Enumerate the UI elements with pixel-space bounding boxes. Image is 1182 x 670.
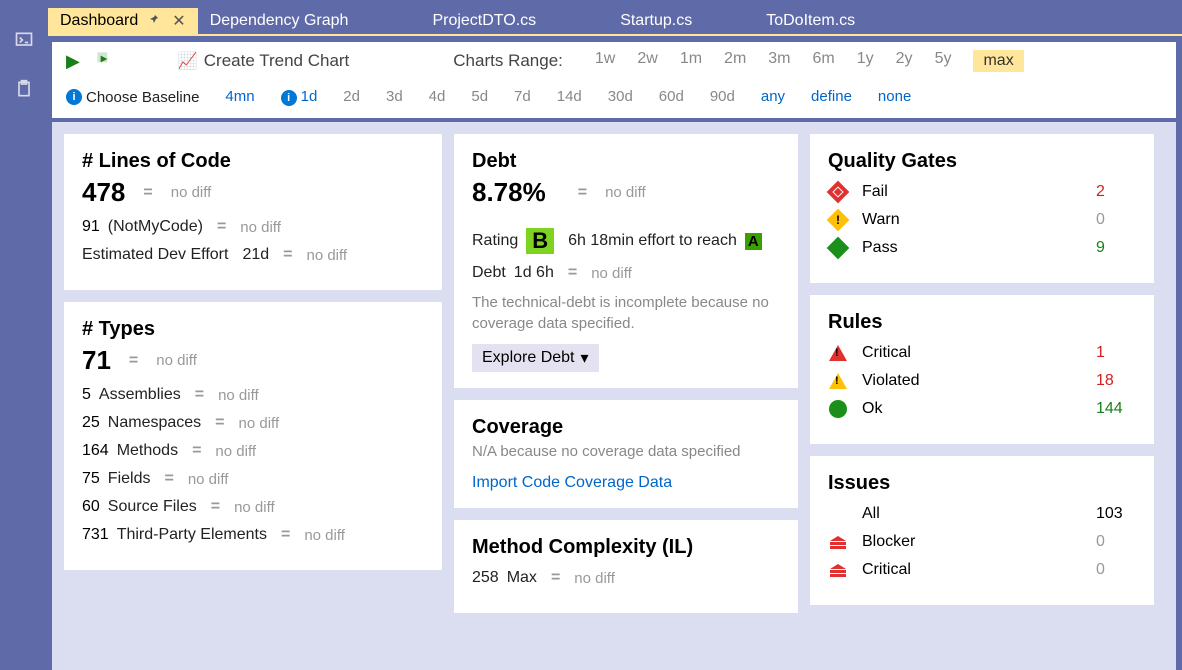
baseline-any[interactable]: any — [761, 88, 785, 106]
pin-icon[interactable] — [148, 12, 160, 30]
card-title: # Lines of Code — [82, 150, 424, 173]
range-1y[interactable]: 1y — [857, 50, 874, 72]
card-title: Rules — [828, 311, 1136, 334]
method-complexity-card: Method Complexity (IL) 258 Max = no diff — [454, 520, 798, 613]
toolbar: ▶ 📈 Create Trend Chart Charts Range: 1w 2… — [52, 42, 1176, 118]
range-6m[interactable]: 6m — [813, 50, 835, 72]
status-row[interactable]: Violated18 — [828, 372, 1136, 390]
status-row[interactable]: Ok144 — [828, 400, 1136, 418]
baseline-7d[interactable]: 7d — [514, 88, 531, 106]
tab-dashboard[interactable]: Dashboard ✕ — [48, 8, 198, 34]
status-row[interactable]: Pass9 — [828, 239, 1136, 257]
types-row: 164Methods=no diff — [82, 442, 424, 460]
clipboard-icon[interactable] — [14, 79, 34, 104]
card-title: Debt — [472, 150, 780, 173]
baseline-1d[interactable]: i1d — [281, 88, 318, 106]
baseline-2d[interactable]: 2d — [343, 88, 360, 106]
baseline-60d[interactable]: 60d — [659, 88, 684, 106]
terminal-icon[interactable] — [14, 30, 34, 55]
card-title: Coverage — [472, 416, 780, 439]
refresh-icon[interactable] — [94, 49, 114, 74]
blocker-icon — [828, 536, 848, 549]
status-row[interactable]: Critical0 — [828, 561, 1136, 579]
warn-icon: ! — [828, 212, 848, 228]
issues-card: Issues All103 Blocker0 Critical0 — [810, 456, 1154, 605]
create-trend-chart-button[interactable]: Create Trend Chart — [204, 51, 350, 71]
fail-icon — [828, 184, 848, 200]
tab-projectdto[interactable]: ProjectDTO.cs — [420, 8, 548, 34]
baseline-14d[interactable]: 14d — [557, 88, 582, 106]
play-icon[interactable]: ▶ — [66, 51, 80, 72]
blocker-icon — [828, 564, 848, 577]
debt-card: Debt 8.78% = no diff Rating B 6h 18min e… — [454, 134, 798, 388]
range-5y[interactable]: 5y — [935, 50, 952, 72]
critical-icon — [828, 345, 848, 361]
baseline-define[interactable]: define — [811, 88, 852, 106]
baseline-4d[interactable]: 4d — [429, 88, 446, 106]
explore-debt-dropdown[interactable]: Explore Debt ▾ — [472, 344, 599, 372]
loc-value: 478 — [82, 177, 125, 208]
types-row: 75Fields=no diff — [82, 470, 424, 488]
range-2w[interactable]: 2w — [637, 50, 657, 72]
tab-startup[interactable]: Startup.cs — [608, 8, 704, 34]
range-1m[interactable]: 1m — [680, 50, 702, 72]
card-title: Issues — [828, 472, 1136, 495]
violated-icon — [828, 373, 848, 389]
info-icon: i — [66, 89, 82, 105]
range-max[interactable]: max — [973, 50, 1023, 72]
close-icon[interactable]: ✕ — [172, 11, 185, 31]
tab-todoitem[interactable]: ToDoItem.cs — [754, 8, 867, 34]
coverage-card: Coverage N/A because no coverage data sp… — [454, 400, 798, 508]
status-row[interactable]: All103 — [828, 505, 1136, 523]
status-row[interactable]: Fail2 — [828, 183, 1136, 201]
types-row: 5Assemblies=no diff — [82, 386, 424, 404]
chart-icon: 📈 — [178, 51, 198, 71]
pass-icon — [828, 240, 848, 256]
card-title: Quality Gates — [828, 150, 1136, 173]
card-title: Method Complexity (IL) — [472, 536, 780, 559]
tab-label: Dashboard — [60, 12, 138, 30]
status-row[interactable]: !Warn0 — [828, 211, 1136, 229]
range-3m[interactable]: 3m — [768, 50, 790, 72]
charts-range-label: Charts Range: — [453, 51, 563, 71]
baseline-5d[interactable]: 5d — [471, 88, 488, 106]
debt-value: 8.78% — [472, 177, 546, 208]
types-card: # Types 71 = no diff 5Assemblies=no diff… — [64, 302, 442, 570]
quality-gates-card: Quality Gates Fail2 !Warn0 Pass9 — [810, 134, 1154, 283]
status-row[interactable]: Critical1 — [828, 344, 1136, 362]
tab-dependency-graph[interactable]: Dependency Graph — [198, 8, 361, 34]
tab-label: Dependency Graph — [210, 12, 349, 30]
types-value: 71 — [82, 345, 111, 376]
import-coverage-link[interactable]: Import Code Coverage Data — [472, 474, 672, 491]
types-row: 731Third-Party Elements=no diff — [82, 526, 424, 544]
baseline-4mn[interactable]: 4mn — [225, 88, 254, 106]
baseline-90d[interactable]: 90d — [710, 88, 735, 106]
debt-note: The technical-debt is incomplete because… — [472, 292, 780, 334]
left-tool-strip — [0, 8, 48, 670]
range-selector: 1w 2w 1m 2m 3m 6m 1y 2y 5y max — [595, 50, 1024, 72]
range-2y[interactable]: 2y — [896, 50, 913, 72]
baseline-3d[interactable]: 3d — [386, 88, 403, 106]
types-row: 25Namespaces=no diff — [82, 414, 424, 432]
rating-badge: B — [526, 228, 554, 254]
range-1w[interactable]: 1w — [595, 50, 615, 72]
tab-label: Startup.cs — [620, 12, 692, 30]
ok-icon — [828, 400, 848, 418]
status-row[interactable]: Blocker0 — [828, 533, 1136, 551]
rules-card: Rules Critical1 Violated18 Ok144 — [810, 295, 1154, 444]
range-2m[interactable]: 2m — [724, 50, 746, 72]
choose-baseline-label: Choose Baseline — [86, 89, 199, 106]
baseline-30d[interactable]: 30d — [608, 88, 633, 106]
tab-strip: Dashboard ✕ Dependency Graph ProjectDTO.… — [48, 8, 1182, 34]
lines-of-code-card: # Lines of Code 478 = no diff 91 (NotMyC… — [64, 134, 442, 290]
types-row: 60Source Files=no diff — [82, 498, 424, 516]
tab-label: ToDoItem.cs — [766, 12, 855, 30]
loc-diff: no diff — [171, 184, 212, 201]
baseline-none[interactable]: none — [878, 88, 911, 106]
chevron-down-icon: ▾ — [581, 348, 589, 368]
tab-label: ProjectDTO.cs — [432, 12, 536, 30]
card-title: # Types — [82, 318, 424, 341]
